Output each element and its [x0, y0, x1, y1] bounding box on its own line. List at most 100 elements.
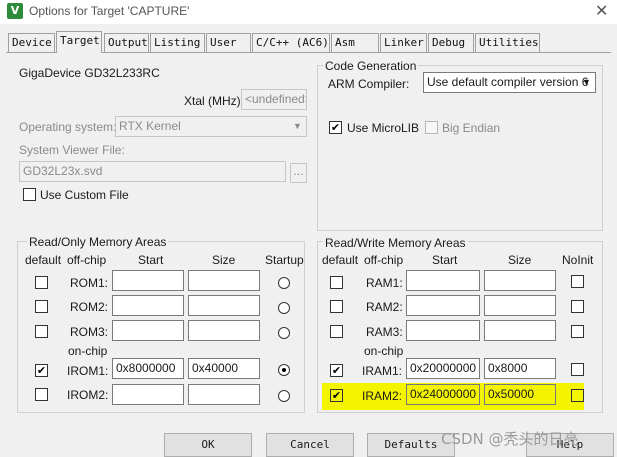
rom3-size-field[interactable] [188, 320, 260, 341]
tab-target[interactable]: Target [56, 31, 102, 53]
iram2-label: IRAM2: [362, 389, 403, 403]
rom2-size-field[interactable] [188, 295, 260, 316]
close-icon[interactable]: ✕ [595, 1, 608, 20]
rw-header-default: default [322, 253, 359, 267]
tab-output[interactable]: Output [104, 33, 149, 52]
rom1-startup-radio[interactable] [278, 277, 290, 289]
irom1-start-field[interactable]: 0x8000000 [112, 358, 184, 379]
rom2-label: ROM2: [70, 300, 109, 314]
arm-compiler-select[interactable]: Use default compiler version 6 ▼ [423, 72, 596, 93]
rom2-default-checkbox[interactable] [35, 300, 48, 313]
irom2-size-field[interactable] [188, 384, 260, 405]
rom3-label: ROM3: [70, 325, 109, 339]
ram1-noinit-checkbox[interactable] [571, 275, 584, 288]
chevron-down-icon: ▼ [582, 77, 591, 87]
watermark-text: CSDN @秃头的日亮 [441, 430, 579, 448]
readwrite-memory-legend: Read/Write Memory Areas [323, 236, 468, 250]
tab-linker[interactable]: Linker [380, 33, 427, 52]
iram2-default-checkbox[interactable]: ✔ [330, 389, 343, 402]
ro-header-default: default [25, 253, 62, 267]
svd-field[interactable]: GD32L23x.svd [19, 161, 286, 182]
window-title: Options for Target 'CAPTURE' [29, 4, 190, 18]
ram3-label: RAM3: [366, 325, 403, 339]
rom1-default-checkbox[interactable] [35, 276, 48, 289]
arm-compiler-value: Use default compiler version 6 [427, 75, 589, 89]
custom-file-checkbox[interactable] [23, 188, 36, 201]
rom1-label: ROM1: [70, 276, 109, 290]
irom1-startup-radio[interactable] [278, 364, 290, 376]
tab-utilities[interactable]: Utilities [475, 33, 540, 52]
os-label: Operating system: [19, 120, 117, 134]
rw-onchip-label: on-chip [364, 344, 404, 358]
svd-label: System Viewer File: [19, 143, 125, 157]
ro-header-offchip: off-chip [67, 253, 107, 267]
ram2-noinit-checkbox[interactable] [571, 300, 584, 313]
xtal-field[interactable]: <undefined> [241, 89, 307, 110]
ro-header-startup: Startup [265, 253, 304, 267]
ro-onchip-label: on-chip [68, 344, 108, 358]
xtal-label: Xtal (MHz): [184, 94, 244, 108]
irom2-default-checkbox[interactable] [35, 388, 48, 401]
tab-debug[interactable]: Debug [428, 33, 474, 52]
ok-button[interactable]: OK [164, 433, 252, 457]
browse-button[interactable]: ... [290, 163, 307, 183]
iram2-noinit-checkbox[interactable] [571, 389, 584, 402]
os-value: RTX Kernel [119, 119, 181, 133]
tab-cpp[interactable]: C/C++ (AC6) [252, 33, 330, 52]
tab-asm[interactable]: Asm [331, 33, 379, 52]
ro-header-size: Size [212, 253, 236, 267]
iram2-size-field[interactable]: 0x50000 [484, 384, 556, 405]
iram2-start-field[interactable]: 0x24000000 [406, 384, 480, 405]
rw-header-noinit: NoInit [562, 253, 594, 267]
ram2-size-field[interactable] [484, 295, 556, 316]
irom2-start-field[interactable] [112, 384, 184, 405]
tab-listing[interactable]: Listing [150, 33, 205, 52]
arm-compiler-label: ARM Compiler: [328, 77, 410, 91]
rom1-start-field[interactable] [112, 270, 184, 291]
irom2-startup-radio[interactable] [278, 390, 290, 402]
rw-header-start: Start [432, 253, 458, 267]
big-endian-label: Big Endian [442, 121, 501, 135]
custom-file-label: Use Custom File [40, 188, 129, 202]
rw-header-offchip: off-chip [364, 253, 404, 267]
iram1-default-checkbox[interactable]: ✔ [330, 364, 343, 377]
ram2-label: RAM2: [366, 300, 403, 314]
ram3-noinit-checkbox[interactable] [571, 325, 584, 338]
ram3-default-checkbox[interactable] [330, 325, 343, 338]
ram2-default-checkbox[interactable] [330, 300, 343, 313]
big-endian-checkbox[interactable] [425, 121, 438, 134]
irom1-default-checkbox[interactable]: ✔ [35, 364, 48, 377]
ram1-default-checkbox[interactable] [330, 276, 343, 289]
os-select[interactable]: RTX Kernel ▼ [115, 116, 307, 137]
rom2-start-field[interactable] [112, 295, 184, 316]
tab-user[interactable]: User [206, 33, 251, 52]
ram1-start-field[interactable] [406, 270, 480, 291]
iram1-noinit-checkbox[interactable] [571, 363, 584, 376]
ram3-start-field[interactable] [406, 320, 480, 341]
rw-header-size: Size [508, 253, 532, 267]
irom1-size-field[interactable]: 0x40000 [188, 358, 260, 379]
ram1-size-field[interactable] [484, 270, 556, 291]
code-generation-legend: Code Generation [323, 59, 419, 73]
rom1-size-field[interactable] [188, 270, 260, 291]
ro-header-start: Start [138, 253, 164, 267]
keil-app-icon: V [7, 3, 23, 19]
rom3-default-checkbox[interactable] [35, 325, 48, 338]
rom3-startup-radio[interactable] [278, 327, 290, 339]
microlib-label: Use MicroLIB [347, 121, 420, 135]
iram1-size-field[interactable]: 0x8000 [484, 358, 556, 379]
rom3-start-field[interactable] [112, 320, 184, 341]
irom2-label: IROM2: [67, 388, 109, 402]
tab-device[interactable]: Device [8, 33, 55, 52]
ram2-start-field[interactable] [406, 295, 480, 316]
irom1-label: IROM1: [67, 364, 109, 378]
ram3-size-field[interactable] [484, 320, 556, 341]
ram1-label: RAM1: [366, 276, 403, 290]
iram1-start-field[interactable]: 0x20000000 [406, 358, 480, 379]
cancel-button[interactable]: Cancel [266, 433, 354, 457]
rom2-startup-radio[interactable] [278, 302, 290, 314]
microlib-checkbox[interactable]: ✔ [329, 121, 342, 134]
iram1-label: IRAM1: [362, 364, 403, 378]
device-name: GigaDevice GD32L233RC [19, 66, 160, 80]
chevron-down-icon: ▼ [293, 121, 302, 131]
